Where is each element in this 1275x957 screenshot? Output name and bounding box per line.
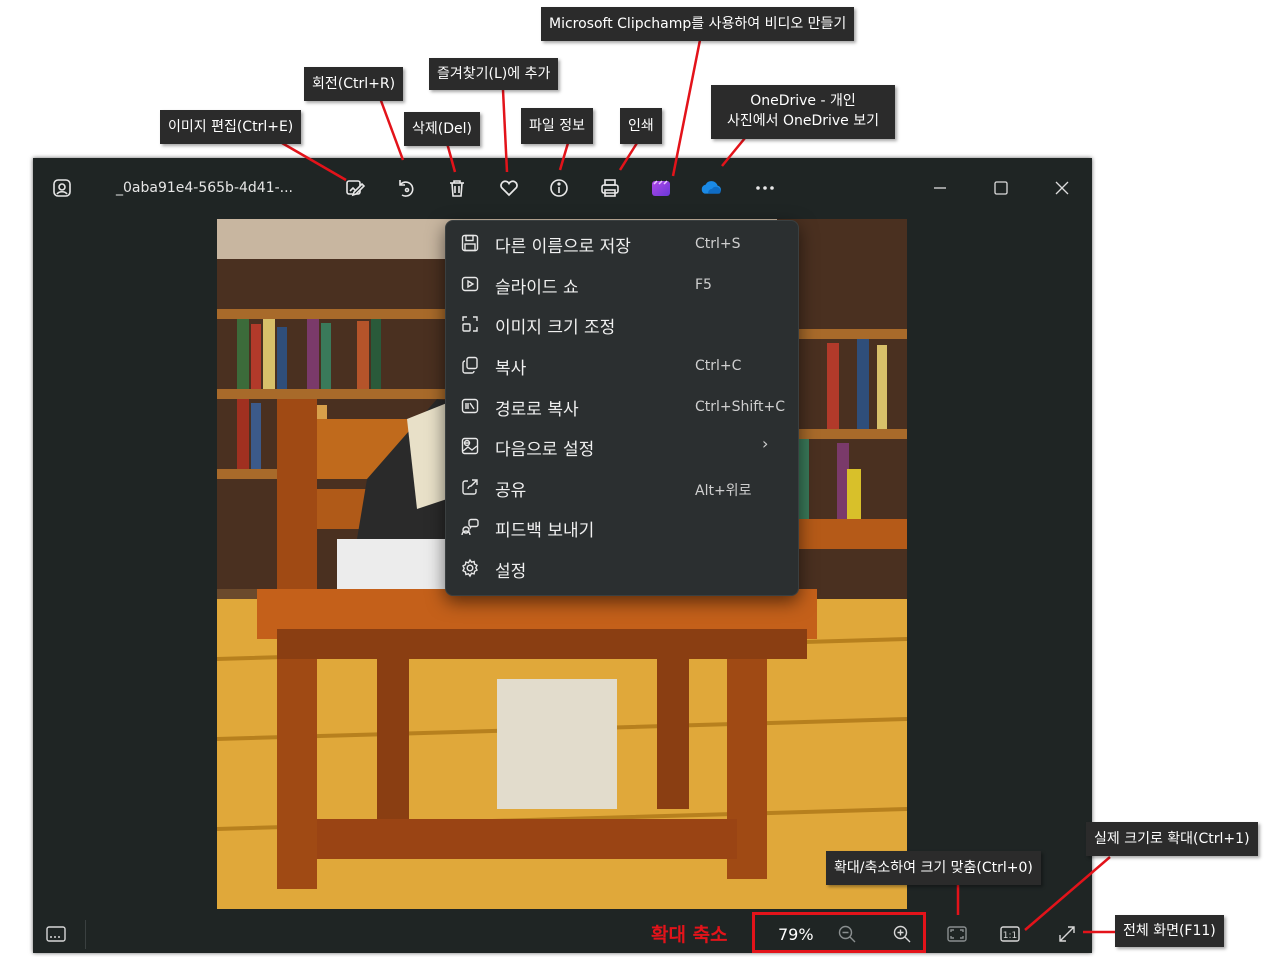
- callout-actual-size: 실제 크기로 확대(Ctrl+1): [1086, 822, 1258, 856]
- callout-print: 인쇄: [620, 108, 662, 144]
- callout-onedrive-line2: 사진에서 OneDrive 보기: [726, 113, 879, 129]
- callout-edit-image: 이미지 편집(Ctrl+E): [160, 110, 302, 144]
- callout-fullscreen: 전체 화면(F11): [1115, 915, 1224, 947]
- callout-delete: 삭제(Del): [404, 112, 480, 146]
- callout-clipchamp: Microsoft Clipchamp를 사용하여 비디오 만들기: [541, 7, 855, 41]
- callout-fit-to-window: 확대/축소하여 크기 맞춤(Ctrl+0): [826, 851, 1041, 885]
- callout-onedrive-line1: OneDrive - 개인: [750, 93, 856, 109]
- callout-favorite: 즐겨찾기(L)에 추가: [429, 58, 559, 90]
- callout-file-info: 파일 정보: [521, 108, 593, 144]
- callout-onedrive: OneDrive - 개인 사진에서 OneDrive 보기: [711, 85, 895, 139]
- callout-rotate: 회전(Ctrl+R): [304, 67, 404, 101]
